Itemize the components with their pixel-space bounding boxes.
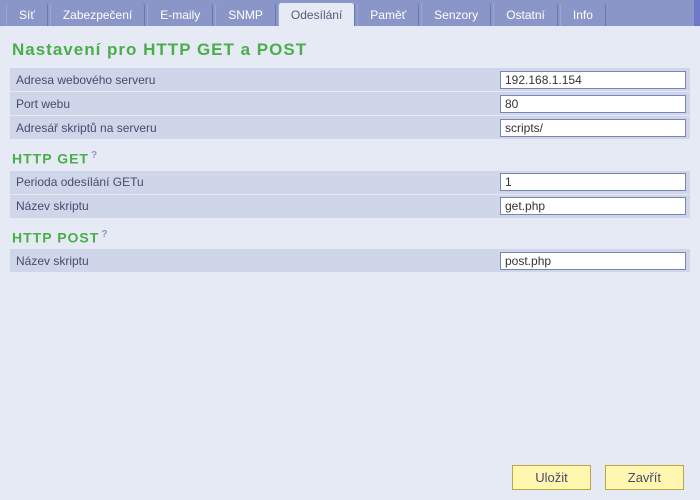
section-http-get-title: HTTP GET? [12, 150, 690, 167]
row-script-dir: Adresář skriptů na serveru [10, 116, 690, 140]
section-http-get-label: HTTP GET [12, 151, 89, 167]
label-get-period: Perioda odesílání GETu [10, 175, 500, 189]
input-get-period[interactable] [500, 173, 686, 191]
input-server-address[interactable] [500, 71, 686, 89]
tab-other[interactable]: Ostatní [493, 3, 558, 26]
input-post-script[interactable] [500, 252, 686, 270]
page-title: Nastavení pro HTTP GET a POST [12, 40, 690, 60]
content-pane: Nastavení pro HTTP GET a POST Adresa web… [0, 26, 700, 273]
input-get-script[interactable] [500, 197, 686, 215]
help-icon[interactable]: ? [101, 229, 108, 240]
tab-network[interactable]: Síť [6, 3, 48, 26]
section-http-post-label: HTTP POST [12, 229, 99, 245]
label-get-script: Název skriptu [10, 199, 500, 213]
help-icon[interactable]: ? [91, 150, 98, 161]
label-server-address: Adresa webového serveru [10, 73, 500, 87]
close-button[interactable]: Zavřít [605, 465, 684, 490]
row-post-script: Název skriptu [10, 249, 690, 273]
row-web-port: Port webu [10, 92, 690, 116]
input-script-dir[interactable] [500, 119, 686, 137]
section-http-post-title: HTTP POST? [12, 229, 690, 246]
label-web-port: Port webu [10, 97, 500, 111]
tab-sensors[interactable]: Senzory [421, 3, 491, 26]
row-get-script: Název skriptu [10, 195, 690, 219]
tab-memory[interactable]: Paměť [357, 3, 419, 26]
row-get-period: Perioda odesílání GETu [10, 171, 690, 195]
label-script-dir: Adresář skriptů na serveru [10, 121, 500, 135]
tab-emails[interactable]: E-maily [147, 3, 213, 26]
tab-info[interactable]: Info [560, 3, 606, 26]
tab-sending[interactable]: Odesílání [278, 3, 355, 26]
row-server-address: Adresa webového serveru [10, 68, 690, 92]
save-button[interactable]: Uložit [512, 465, 591, 490]
tab-security[interactable]: Zabezpečení [50, 3, 145, 26]
tabbar-edge [694, 0, 700, 26]
tab-bar: Síť Zabezpečení E-maily SNMP Odesílání P… [0, 0, 700, 26]
label-post-script: Název skriptu [10, 254, 500, 268]
tab-snmp[interactable]: SNMP [215, 3, 276, 26]
input-web-port[interactable] [500, 95, 686, 113]
footer-buttons: Uložit Zavřít [512, 465, 684, 490]
